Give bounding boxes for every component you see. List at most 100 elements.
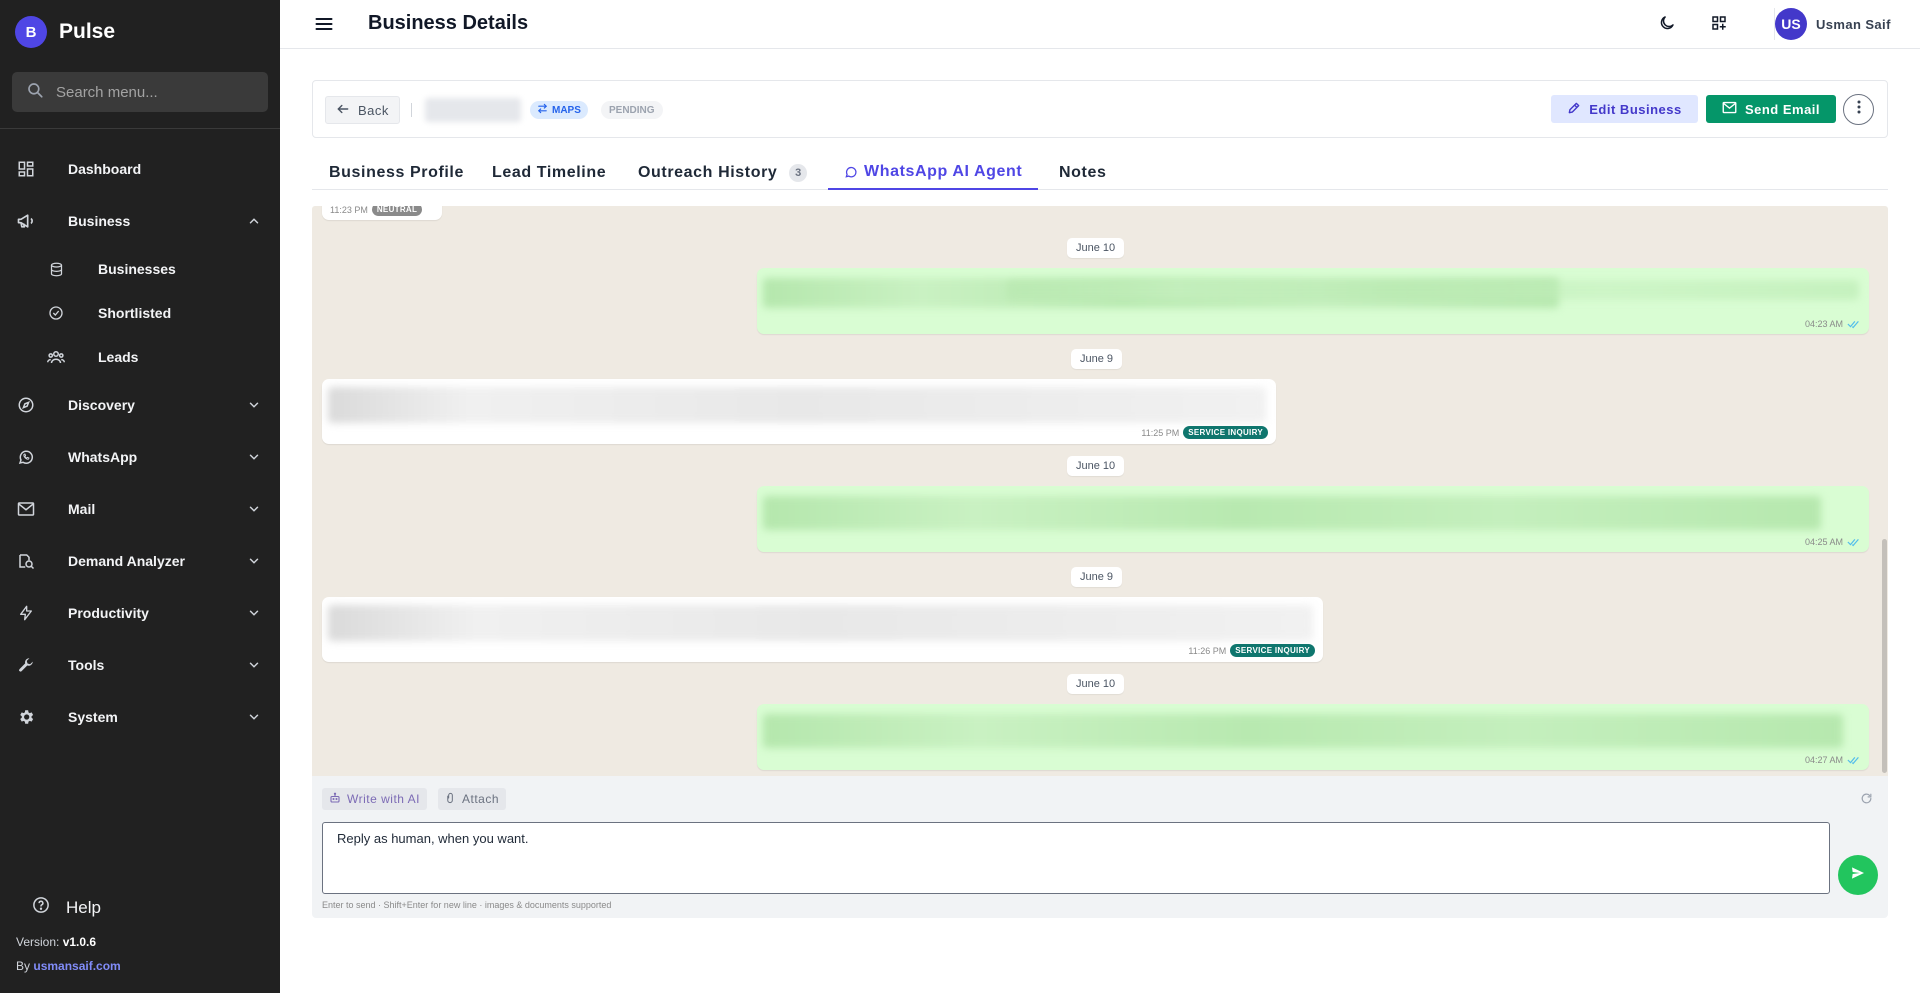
message-bubble-incoming: 11:25 PM SERVICE INQUIRY — [322, 379, 1276, 444]
message-bubble-outgoing: 04:27 AM — [757, 704, 1869, 770]
tab-label: Outreach History — [638, 163, 778, 181]
version-info: Version: v1.0.6 — [16, 935, 96, 949]
database-icon — [47, 260, 65, 278]
message-text-redacted — [763, 496, 1821, 530]
sidebar-item-whatsapp[interactable]: WhatsApp — [0, 437, 280, 477]
message-meta: 04:23 AM — [1805, 319, 1861, 329]
sidebar-item-label: Productivity — [68, 605, 149, 621]
message-time: 04:23 AM — [1804, 319, 1843, 329]
megaphone-icon — [16, 211, 36, 231]
sidebar-item-tools[interactable]: Tools — [0, 645, 280, 685]
brand[interactable]: B Pulse — [15, 16, 115, 48]
message-time: 11:26 PM — [1188, 645, 1227, 656]
chat-scrollbar-thumb[interactable] — [1882, 539, 1887, 773]
search-document-icon — [16, 551, 36, 571]
dark-mode-icon[interactable] — [1658, 14, 1678, 34]
sidebar-item-discovery[interactable]: Discovery — [0, 385, 280, 425]
topbar: Business Details US Usman Saif — [280, 0, 1920, 49]
edit-business-button[interactable]: Edit Business — [1551, 95, 1698, 123]
wrench-icon — [16, 655, 36, 675]
attach-label: Attach — [462, 792, 500, 806]
dashboard-icon — [16, 159, 36, 179]
sidebar-item-system[interactable]: System — [0, 697, 280, 737]
sidebar-item-shortlisted[interactable]: Shortlisted — [0, 295, 280, 331]
help-icon — [32, 896, 50, 919]
author-credit: By usmansaif.com — [16, 959, 121, 973]
reply-input[interactable] — [322, 822, 1830, 894]
tab-outreach-history[interactable]: Outreach History 3 — [638, 155, 808, 190]
message-meta: 11:26 PM SERVICE INQUIRY — [1188, 644, 1315, 657]
robot-icon — [329, 792, 341, 807]
author-link[interactable]: usmansaif.com — [33, 959, 120, 973]
send-button[interactable] — [1838, 855, 1878, 895]
header-separator — [411, 103, 412, 117]
chat-scrollbar[interactable] — [1880, 206, 1888, 776]
sidebar-item-productivity[interactable]: Productivity — [0, 593, 280, 633]
message-text-redacted — [1007, 280, 1859, 300]
whatsapp-icon — [844, 165, 858, 179]
user-name[interactable]: Usman Saif — [1816, 17, 1891, 32]
sidebar-divider — [0, 128, 280, 129]
more-vertical-icon — [1857, 100, 1861, 119]
sidebar-item-demand-analyzer[interactable]: Demand Analyzer — [0, 541, 280, 581]
page-title: Business Details — [368, 12, 529, 34]
help-link[interactable]: Help — [32, 896, 101, 919]
sidebar: B Pulse Dashboard Business Businesses — [0, 0, 280, 993]
message-meta: 11:23 PM NEUTRAL — [330, 206, 423, 216]
sidebar-item-label: Mail — [68, 501, 96, 517]
search-icon — [26, 81, 44, 104]
business-name-redacted — [425, 98, 521, 122]
tab-count-badge: 3 — [789, 163, 808, 182]
source-badge-label: MAPS — [552, 104, 581, 116]
status-badge: PENDING — [601, 101, 663, 119]
check-circle-icon — [47, 304, 65, 322]
sidebar-item-label: Leads — [98, 349, 139, 365]
intent-tag: SERVICE INQUIRY — [1230, 644, 1315, 657]
chevron-down-icon — [246, 397, 262, 413]
version-label: Version: — [16, 935, 60, 949]
message-bubble-outgoing: 04:23 AM — [757, 268, 1869, 334]
sidebar-item-leads[interactable]: Leads — [0, 339, 280, 375]
brand-name: Pulse — [59, 20, 116, 43]
sidebar-item-businesses[interactable]: Businesses — [0, 251, 280, 287]
attach-button[interactable]: Attach — [438, 788, 507, 810]
mail-icon — [1722, 101, 1737, 117]
chat-thread[interactable]: 11:23 PM NEUTRAL June 10 04:23 AM June 9… — [312, 206, 1888, 776]
avatar[interactable]: US — [1775, 8, 1807, 40]
send-email-button[interactable]: Send Email — [1706, 95, 1836, 123]
tab-whatsapp-ai-agent[interactable]: WhatsApp AI Agent — [828, 155, 1039, 190]
lightning-icon — [16, 603, 36, 623]
gear-icon — [16, 707, 36, 727]
message-text-redacted — [328, 387, 1266, 423]
message-time: 04:27 AM — [1804, 755, 1843, 765]
write-with-ai-button[interactable]: Write with AI — [322, 788, 427, 810]
whatsapp-icon — [16, 447, 36, 467]
message-meta: 11:25 PM SERVICE INQUIRY — [1141, 426, 1268, 439]
sidebar-item-label: Businesses — [98, 261, 176, 277]
users-icon — [47, 348, 65, 366]
tab-notes[interactable]: Notes — [1059, 155, 1106, 190]
write-with-ai-label: Write with AI — [347, 792, 420, 806]
apps-grid-icon[interactable] — [1710, 14, 1730, 34]
back-button[interactable]: Back — [325, 96, 400, 124]
date-chip: June 9 — [1071, 567, 1123, 587]
chevron-down-icon — [246, 501, 262, 517]
sidebar-search-input[interactable] — [56, 83, 256, 101]
tabs: Business Profile Lead Timeline Outreach … — [312, 155, 1888, 190]
chevron-down-icon — [246, 553, 262, 569]
menu-icon[interactable] — [314, 14, 334, 34]
chevron-down-icon — [246, 605, 262, 621]
message-bubble-outgoing: 04:25 AM — [757, 486, 1869, 552]
refresh-icon[interactable] — [1860, 792, 1874, 806]
tab-business-profile[interactable]: Business Profile — [329, 155, 464, 190]
sidebar-item-label: WhatsApp — [68, 449, 138, 465]
tab-lead-timeline[interactable]: Lead Timeline — [492, 155, 606, 190]
chevron-down-icon — [246, 709, 262, 725]
version-number: v1.0.6 — [62, 935, 97, 949]
message-meta: 04:25 AM — [1805, 537, 1861, 547]
double-check-icon — [1847, 320, 1859, 329]
sidebar-item-business[interactable]: Business — [0, 201, 280, 241]
sidebar-item-dashboard[interactable]: Dashboard — [0, 149, 280, 189]
more-options-button[interactable] — [1843, 94, 1874, 125]
sidebar-item-mail[interactable]: Mail — [0, 489, 280, 529]
